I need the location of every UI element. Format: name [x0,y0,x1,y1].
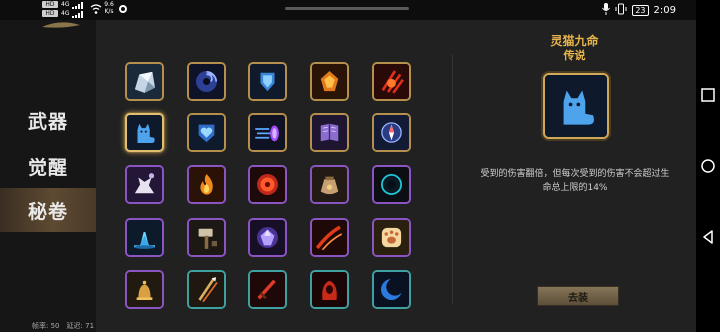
network-speed: 9.6 K/s [103,1,115,15]
vortex-icon[interactable] [187,62,226,101]
drag-handle[interactable] [285,7,409,10]
tab-secret-scroll[interactable]: 秘卷 [0,188,96,232]
blue-shield-icon[interactable] [248,62,287,101]
tab-awaken[interactable]: 觉醒 [0,144,96,188]
skill-rarity: 传说 [563,49,586,62]
game-logo [40,16,82,30]
dark-orb-icon[interactable] [372,165,411,204]
howling-wolf-icon[interactable] [125,165,164,204]
vibrate-icon [615,3,627,18]
red-claw-icon[interactable] [372,62,411,101]
latency-readout: 延迟: 71 [67,321,95,331]
status-bar: HD HD 4G 4G 9.6 K/s 23 2:09 [0,0,696,20]
sidebar: 武器 觉醒 秘卷 帧率: 50 延迟: 71 [0,20,96,332]
sack-icon[interactable] [310,165,349,204]
notification-icon [119,5,127,13]
home-icon[interactable] [700,158,716,174]
blue-crescent-icon[interactable] [372,270,411,309]
red-slash-icon[interactable] [310,218,349,257]
red-hood-icon[interactable] [310,270,349,309]
recent-apps-icon[interactable] [700,87,716,103]
red-sword-icon[interactable] [248,270,287,309]
speed-value: 9.6 [104,1,114,8]
latency-value: 71 [85,322,95,330]
skill-description: 受到的伤害翻倍，但每次受到的伤害不会超过生命总上限的14% [480,169,670,193]
fps-readout: 帧率: 50 [32,321,60,331]
status-right-group: 23 2:09 [602,2,676,18]
network-type: 4G [61,1,70,8]
golden-bell-icon[interactable] [125,270,164,309]
clock: 2:09 [653,4,676,16]
perf-stats: 帧率: 50 延迟: 71 [32,321,94,331]
purple-gem-icon[interactable] [248,218,287,257]
cat-icon[interactable] [125,113,164,152]
tab-label: 武器 [27,110,68,133]
spellbook-icon[interactable] [310,113,349,152]
arrow-quiver-icon[interactable] [187,270,226,309]
fire-gem-icon[interactable] [310,62,349,101]
paw-icon[interactable] [372,218,411,257]
hd-badge: HD [42,1,58,8]
battery-icon: 23 [632,4,649,16]
content-panel: 灵猫九命 传说 受到的伤害翻倍，但每次受到的伤害不会超过生命总上限的14% 去装 [96,20,696,332]
tab-weapons[interactable]: 武器 [0,98,96,142]
system-nav-bar [696,0,720,332]
skill-grid [96,20,452,320]
blue-heart-shield-icon[interactable] [187,113,226,152]
fps-value: 50 [50,322,60,330]
latency-label: 延迟: [66,322,83,330]
blue-dash-icon[interactable] [248,113,287,152]
cat-icon [543,73,609,139]
equip-button[interactable]: 去装 [537,286,619,306]
skill-detail: 灵猫九命 传说 受到的伤害翻倍，但每次受到的伤害不会超过生命总上限的14% 去装 [453,20,696,332]
compass-icon[interactable] [372,113,411,152]
tab-label: 觉醒 [27,156,68,179]
flame-icon[interactable] [187,165,226,204]
speed-unit: K/s [104,8,114,15]
hammer-icon[interactable] [187,218,226,257]
ice-rock-icon[interactable] [125,62,164,101]
mic-icon [602,2,611,18]
back-icon[interactable] [700,229,716,245]
red-orb-icon[interactable] [248,165,287,204]
tab-label: 秘卷 [27,200,68,223]
fps-label: 帧率: [32,322,49,330]
ice-spike-icon[interactable] [125,218,164,257]
wifi-icon [90,3,102,15]
signal-icon [72,2,86,9]
